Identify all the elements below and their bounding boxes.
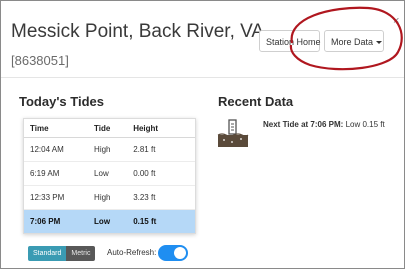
column-header-tide: Tide: [94, 119, 134, 138]
tide-height: 0.15 ft: [133, 209, 195, 233]
tide-gauge-icon: [217, 119, 249, 147]
standard-units-button[interactable]: Standard: [28, 246, 67, 261]
tide-height: 3.23 ft: [133, 185, 195, 210]
table-row: 12:04 AM High 2.81 ft: [24, 137, 195, 162]
tide-time: 12:33 PM: [24, 185, 95, 210]
station-home-button[interactable]: Station Home: [259, 30, 321, 52]
tide-time: 7:06 PM: [24, 209, 95, 233]
next-tide-summary: Next Tide at 7:06 PM: Low 0.15 ft: [263, 120, 385, 129]
metric-units-button[interactable]: Metric: [66, 246, 96, 261]
station-id: [8638051]: [11, 53, 69, 68]
table-header-row: Time Tide Height: [24, 119, 195, 138]
tide-type: High: [94, 185, 134, 210]
auto-refresh-toggle[interactable]: [158, 245, 188, 261]
next-tide-value: Low 0.15 ft: [345, 120, 385, 129]
table-row-next-tide: 7:06 PM Low 0.15 ft: [24, 209, 195, 233]
tide-type: Low: [94, 161, 134, 186]
tide-widget-panel: Messick Point, Back River, VA [8638051] …: [0, 0, 405, 269]
close-icon[interactable]: ×: [393, 15, 399, 27]
toggle-knob: [174, 247, 186, 259]
auto-refresh-label: Auto-Refresh:: [107, 248, 157, 257]
units-toggle-group: Standard Metric: [28, 246, 96, 261]
tide-height: 0.00 ft: [133, 161, 195, 186]
column-header-height: Height: [133, 119, 195, 138]
tide-type: Low: [94, 209, 134, 233]
station-title: Messick Point, Back River, VA: [11, 21, 265, 42]
station-header: Messick Point, Back River, VA [8638051] …: [1, 1, 404, 78]
tide-time: 6:19 AM: [24, 161, 95, 186]
tides-table: Time Tide Height 12:04 AM High 2.81 ft 6…: [23, 118, 196, 234]
table-row: 6:19 AM Low 0.00 ft: [24, 161, 195, 186]
todays-tides-heading: Today's Tides: [19, 94, 104, 109]
tide-time: 12:04 AM: [24, 137, 95, 162]
tide-type: High: [94, 137, 134, 162]
table-row: 12:33 PM High 3.23 ft: [24, 185, 195, 210]
next-tide-label: Next Tide at 7:06 PM:: [263, 120, 344, 129]
tide-height: 2.81 ft: [133, 137, 195, 162]
recent-data-heading: Recent Data: [218, 94, 294, 109]
caret-down-icon: [376, 41, 383, 45]
column-header-time: Time: [24, 119, 95, 138]
more-data-label: More Data: [331, 37, 374, 47]
more-data-button[interactable]: More Data: [324, 30, 384, 52]
